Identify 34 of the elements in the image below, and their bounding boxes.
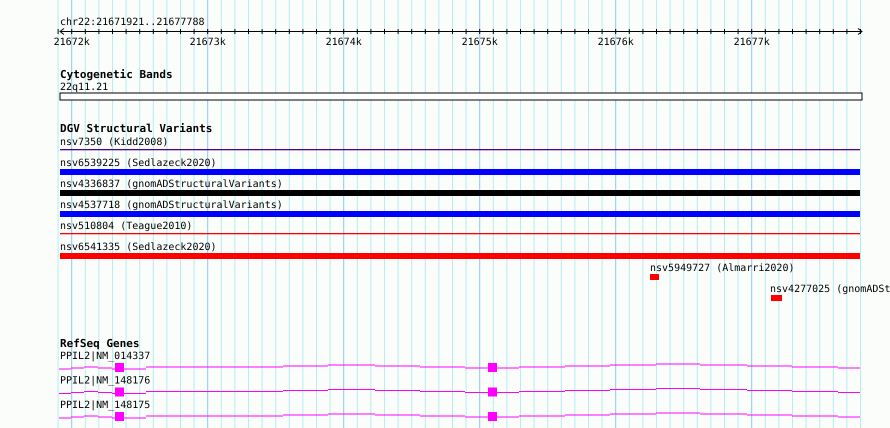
tick-label: 21676k — [598, 37, 634, 48]
feature-label: nsv4277025 (gnomADSt — [770, 284, 890, 295]
gene-model[interactable] — [58, 363, 860, 372]
feature-label: nsv5949727 (Almarri2020) — [650, 263, 794, 274]
feature-label: nsv7350 (Kidd2008) — [60, 137, 168, 148]
track-title: Cytogenetic Bands — [60, 68, 173, 81]
variant-bar[interactable] — [60, 190, 860, 196]
variant-line[interactable] — [60, 149, 860, 150]
feature-label: nsv510804 (Teague2010) — [60, 221, 192, 232]
feature-label: PPIL2|NM_148176 — [60, 376, 150, 386]
variant-line[interactable] — [60, 233, 860, 234]
tick-label: 21674k — [326, 37, 362, 48]
feature-label: nsv6539225 (Sedlazeck2020) — [60, 158, 217, 169]
cytoband-drawing[interactable] — [60, 92, 862, 100]
feature-label: PPIL2|NM_014337 — [60, 351, 150, 362]
feature-label: nsv4336837 (gnomADStructuralVariants) — [60, 179, 283, 190]
feature-label: nsv6541335 (Sedlazeck2020) — [60, 242, 217, 253]
feature-label: nsv4537718 (gnomADStructuralVariants) — [60, 200, 283, 211]
tick-label: 21677k — [734, 37, 770, 48]
tick-label: 21675k — [462, 37, 498, 48]
gene-model[interactable] — [58, 412, 860, 421]
feature-label: 22q11.21 — [60, 82, 108, 93]
variant-bar[interactable] — [650, 274, 659, 280]
variant-bar[interactable] — [60, 253, 860, 259]
variant-bar[interactable] — [60, 211, 860, 217]
variant-bar[interactable] — [60, 169, 860, 175]
track-title: RefSeq Genes — [60, 337, 140, 350]
tick-label: 21673k — [190, 37, 226, 48]
location-label: chr22:21671921..21677788 — [60, 17, 204, 28]
track-title: DGV Structural Variants — [60, 122, 212, 135]
gene-model[interactable] — [58, 388, 860, 396]
variant-bar[interactable] — [771, 295, 782, 301]
tick-label: 21672k — [54, 37, 90, 48]
feature-label: PPIL2|NM_148175 — [60, 400, 150, 411]
